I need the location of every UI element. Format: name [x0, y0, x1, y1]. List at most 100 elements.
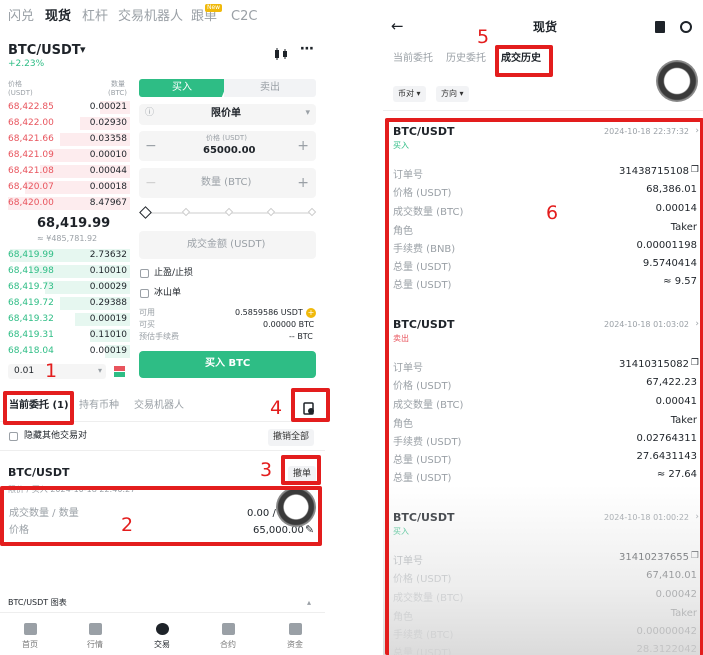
plus-icon[interactable]: +	[297, 176, 309, 190]
cancel-all-button[interactable]: 撤销全部	[268, 429, 315, 446]
available-label: 可用	[139, 308, 155, 317]
highlight-cancel-order	[281, 455, 321, 485]
tab-open-orders[interactable]: 当前委托	[393, 54, 433, 64]
bid-price: 68,419.32	[8, 314, 54, 324]
hide-other-pairs-checkbox[interactable]	[9, 432, 18, 441]
bid-qty: 0.29388	[89, 298, 127, 308]
annotation-5: 5	[477, 26, 490, 48]
page-title: 现货	[533, 20, 558, 34]
highlight-trade-history-tab	[495, 45, 553, 77]
home-icon	[23, 623, 37, 635]
minus-icon[interactable]: −	[145, 176, 157, 190]
price-label: 价格 (USDT)	[206, 134, 247, 142]
pie-chart-icon[interactable]	[680, 21, 692, 33]
ask-row[interactable]: 68,421.66 0.03358	[0, 133, 130, 148]
price-change: +2.23%	[8, 59, 45, 69]
tab-trading-bots[interactable]: 交易机器人	[118, 10, 183, 23]
tab-buy[interactable]: 买入	[139, 79, 229, 97]
ask-price: 68,421.08	[8, 166, 54, 176]
info-icon: ⓘ	[145, 108, 155, 118]
tab-margin[interactable]: 杠杆	[82, 10, 108, 23]
annotation-4: 4	[270, 397, 283, 419]
annotation-6: 6	[546, 202, 559, 224]
bid-qty: 0.00019	[89, 346, 127, 356]
fee-value: -- BTC	[289, 332, 313, 341]
iceberg-label: 冰山单	[154, 288, 182, 298]
nav-futures[interactable]: 合约	[203, 623, 253, 650]
price-input[interactable]: − 价格 (USDT) 65000.00 +	[139, 131, 316, 161]
tp-sl-checkbox[interactable]	[140, 269, 149, 278]
bid-qty: 2.73632	[89, 250, 127, 260]
ask-row[interactable]: 68,421.09 0.00010	[0, 149, 130, 164]
tab-bots[interactable]: 交易机器人	[134, 401, 184, 411]
bid-row[interactable]: 68,419.73 0.00029	[0, 281, 130, 296]
ask-row[interactable]: 68,422.00 0.02930	[0, 117, 130, 132]
nav-trade[interactable]: 交易	[137, 623, 187, 650]
order-type-select[interactable]: ⓘ 限价单 ▾	[139, 104, 316, 125]
total-amount-input[interactable]: 成交金额 (USDT)	[139, 231, 316, 259]
can-buy-label: 可买	[139, 320, 155, 329]
tab-sell[interactable]: 卖出	[224, 79, 316, 97]
ob-qty-unit: (BTC)	[108, 89, 128, 97]
ask-price: 68,421.66	[8, 134, 54, 144]
buy-btc-button[interactable]: 买入 BTC	[139, 351, 316, 378]
new-badge: New	[205, 4, 223, 12]
minus-icon[interactable]: −	[145, 139, 157, 153]
ask-row[interactable]: 68,422.85 0.00021	[0, 101, 130, 116]
chevron-down-icon: ▾	[97, 366, 102, 375]
document-icon[interactable]	[655, 21, 665, 33]
bid-row[interactable]: 68,419.98 0.10010	[0, 265, 130, 280]
pair-title[interactable]: BTC/USDT	[8, 44, 81, 57]
ask-row[interactable]: 68,421.08 0.00044	[0, 165, 130, 180]
nav-home[interactable]: 首页	[5, 623, 55, 650]
tab-spot[interactable]: 现货	[45, 10, 71, 23]
ask-qty: 0.03358	[89, 134, 127, 144]
tab-c2c[interactable]: C2C	[231, 10, 257, 23]
total-amount-placeholder: 成交金额 (USDT)	[187, 239, 266, 250]
back-arrow-icon[interactable]: ←	[391, 19, 404, 34]
bid-row[interactable]: 68,418.04 0.00019	[0, 345, 130, 360]
nav-markets[interactable]: 行情	[70, 623, 120, 650]
chevron-down-icon[interactable]: ▾	[80, 44, 86, 55]
candlestick-icon[interactable]	[272, 45, 290, 60]
plus-icon[interactable]: +	[297, 139, 309, 153]
filter-pair[interactable]: 币对 ▾	[393, 86, 426, 102]
bid-qty: 0.11010	[89, 330, 127, 340]
iceberg-checkbox[interactable]	[140, 289, 149, 298]
trade-icon	[155, 623, 169, 635]
filter-side[interactable]: 方向 ▾	[436, 86, 469, 102]
tab-swap[interactable]: 闪兑	[8, 10, 34, 23]
more-icon[interactable]: ⋯	[300, 42, 314, 56]
add-funds-icon[interactable]: +	[306, 308, 316, 318]
ask-row[interactable]: 68,420.00 8.47967	[0, 197, 130, 212]
highlight-open-order	[0, 486, 322, 546]
ask-price: 68,420.00	[8, 198, 54, 208]
bid-price: 68,419.99	[8, 250, 54, 260]
bid-row[interactable]: 68,419.72 0.29388	[0, 297, 130, 312]
quantity-input[interactable]: − 数量 (BTC) +	[139, 168, 316, 198]
bid-price: 68,419.98	[8, 266, 54, 276]
chart-toggle[interactable]: BTC/USDT 图表	[8, 599, 67, 607]
ask-row[interactable]: 68,420.07 0.00018	[0, 181, 130, 196]
highlight-order-history	[291, 388, 330, 422]
orderbook-layout-icon[interactable]	[114, 366, 125, 377]
bid-row[interactable]: 68,419.31 0.11010	[0, 329, 130, 344]
can-buy-value: 0.00000 BTC	[263, 320, 315, 329]
bid-price: 68,418.04	[8, 346, 54, 356]
tab-order-history[interactable]: 历史委托	[446, 54, 486, 64]
amount-slider[interactable]	[139, 206, 317, 219]
tab-holdings[interactable]: 持有币种	[79, 401, 119, 411]
available-value: 0.5859586 USDT	[235, 308, 303, 317]
bid-row[interactable]: 68,419.32 0.00019	[0, 313, 130, 328]
chevron-up-icon[interactable]: ▴	[307, 599, 311, 607]
nav-assets[interactable]: 资金	[270, 623, 320, 650]
last-price-cny: ≈ ¥485,781.92	[37, 234, 98, 243]
depth-value: 0.01	[14, 366, 35, 376]
ob-price-unit: (USDT)	[8, 89, 33, 97]
bid-qty: 0.00019	[89, 314, 127, 324]
slider-handle[interactable]	[139, 206, 152, 219]
ask-qty: 8.47967	[89, 198, 127, 208]
bottom-nav: 首页 行情 交易 合约 资金	[0, 612, 325, 655]
highlight-trade-list	[385, 118, 703, 655]
bid-row[interactable]: 68,419.99 2.73632	[0, 249, 130, 264]
